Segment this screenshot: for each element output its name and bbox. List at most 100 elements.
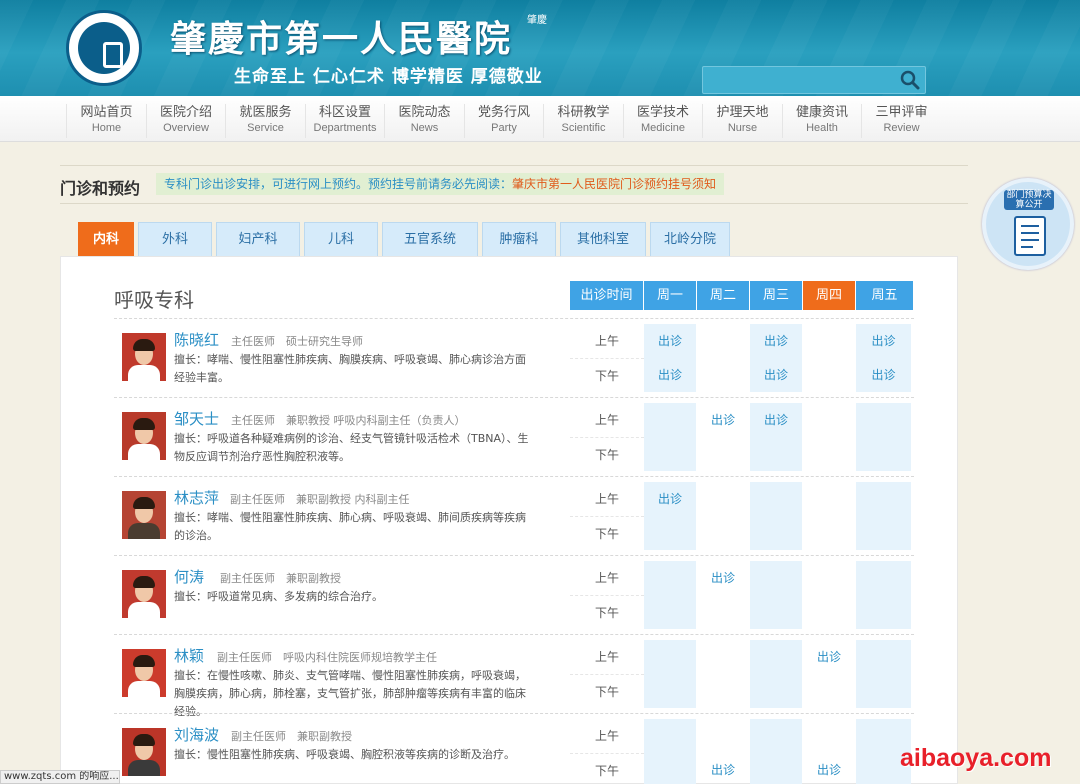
tab-dept-0[interactable]: 内科 — [78, 222, 134, 256]
doctor-photo — [122, 412, 166, 460]
tab-dept-6[interactable]: 其他科室 — [560, 222, 646, 256]
nav-item-label: 健康资讯 — [795, 105, 848, 120]
search-icon — [900, 70, 920, 90]
nav-item-review[interactable]: 三甲评审 Review — [861, 104, 941, 138]
nav-item-medicine[interactable]: 医学技术 Medicine — [622, 104, 703, 138]
doctor-name[interactable]: 何涛 — [174, 566, 204, 587]
visit-cell[interactable]: 出诊 — [697, 561, 749, 595]
budget-disclosure-badge[interactable]: 部门预算决算公开 — [982, 178, 1074, 270]
schedule-cell — [697, 358, 749, 392]
doctor-specialty: 擅长：哮喘、慢性阻塞性肺疾病、肺心病、呼吸衰竭、肺间质疾病等疾病的诊治。 — [174, 511, 526, 542]
search-button[interactable] — [899, 69, 921, 91]
document-icon — [1014, 216, 1046, 256]
doctor-title: 副主任医师 兼职副教授 — [220, 572, 341, 585]
nav-item-home[interactable]: 网站首页 Home — [66, 104, 146, 138]
visit-cell[interactable]: 出诊 — [803, 753, 855, 784]
schedule-cell — [697, 324, 749, 358]
schedule-cell — [750, 719, 802, 753]
doctor-name[interactable]: 林颖 — [174, 645, 204, 666]
nav-item-news[interactable]: 医院动态 News — [384, 104, 464, 138]
visit-cell[interactable]: 出诊 — [856, 358, 911, 392]
morning-slot-row: 上午 — [570, 719, 914, 753]
nav-item-sublabel: Review — [883, 122, 920, 134]
afternoon-slot-row: 下午 出诊 出诊 出诊 — [570, 358, 914, 392]
tab-dept-2[interactable]: 妇产科 — [216, 222, 300, 256]
visit-cell[interactable]: 出诊 — [856, 324, 911, 358]
visit-cell[interactable]: 出诊 — [750, 324, 802, 358]
afternoon-label: 下午 — [570, 358, 644, 392]
morning-slot-row: 上午 出诊 — [570, 482, 914, 516]
search-input[interactable] — [707, 70, 892, 90]
doctor-row: 邹天士 主任医师 兼职教授 呼吸内科副主任（负责人） 擅长：呼吸道各种疑难病例的诊治… — [114, 397, 914, 476]
visit-cell[interactable]: 出诊 — [644, 482, 696, 516]
visit-cell[interactable]: 出诊 — [803, 640, 855, 674]
photo-body — [128, 681, 160, 697]
morning-slot-row: 上午 出诊 出诊 — [570, 403, 914, 437]
nav-item-sublabel: Nurse — [727, 122, 758, 134]
doctor-name[interactable]: 陈晓红 — [174, 329, 219, 350]
main-nav: 网站首页 Home 医院介绍 Overview 就医服务 Service 科区设置 Depar… — [0, 96, 1080, 142]
tab-dept-1[interactable]: 外科 — [138, 222, 212, 256]
divider — [60, 165, 968, 166]
visit-cell[interactable]: 出诊 — [697, 403, 749, 437]
photo-hair — [133, 576, 155, 588]
doctor-specialty: 擅长：哮喘、慢性阻塞性肺疾病、胸膜疾病、呼吸衰竭、肺心病诊治方面经验丰富。 — [174, 353, 526, 384]
weekday-header: 周二 — [697, 281, 750, 310]
nav-item-sublabel: Service — [247, 122, 284, 134]
nav-item-label: 医院动态 — [398, 105, 451, 120]
photo-hair — [133, 418, 155, 430]
tab-dept-4[interactable]: 五官系统 — [382, 222, 478, 256]
schedule-cell — [856, 561, 911, 595]
doctor-name[interactable]: 邹天士 — [174, 408, 219, 429]
schedule-cell — [750, 437, 802, 471]
visit-cell[interactable]: 出诊 — [750, 358, 802, 392]
nav-item-overview[interactable]: 医院介绍 Overview — [145, 104, 226, 138]
nav-item-label: 三甲评审 — [875, 105, 928, 120]
schedule-cell — [856, 403, 911, 437]
nav-item-nurse[interactable]: 护理天地 Nurse — [702, 104, 782, 138]
watermark: aibaoya.com — [900, 744, 1052, 772]
visit-cell[interactable]: 出诊 — [644, 358, 696, 392]
divider — [60, 203, 968, 204]
weekday-header: 周五 — [856, 281, 914, 310]
doctor-photo — [122, 649, 166, 697]
afternoon-label: 下午 — [570, 437, 644, 471]
doctor-title: 主任医师 兼职教授 呼吸内科副主任（负责人） — [231, 414, 466, 427]
visit-cell[interactable]: 出诊 — [644, 324, 696, 358]
nav-item-departments[interactable]: 科区设置 Departments — [304, 104, 385, 138]
schedule-cell — [750, 595, 802, 629]
badge-label: 部门预算决算公开 — [1004, 190, 1054, 210]
schedule-cell — [750, 516, 802, 550]
tab-dept-3[interactable]: 儿科 — [304, 222, 378, 256]
doctor-row: 林志萍 副主任医师 兼职副教授 内科副主任擅长：哮喘、慢性阻塞性肺疾病、肺心病、呼… — [114, 476, 914, 555]
afternoon-label: 下午 — [570, 753, 644, 784]
schedule-cell — [644, 640, 696, 674]
visit-cell[interactable]: 出诊 — [750, 403, 802, 437]
schedule-cell — [803, 482, 855, 516]
tab-dept-5[interactable]: 肿瘤科 — [482, 222, 556, 256]
photo-body — [128, 760, 160, 776]
doctor-title: 副主任医师 兼职副教授 内科副主任 — [230, 493, 410, 506]
doctor-photo — [122, 570, 166, 618]
schedule-cell — [803, 516, 855, 550]
tab-dept-7[interactable]: 北岭分院 — [650, 222, 730, 256]
visit-cell[interactable]: 出诊 — [697, 753, 749, 784]
nav-item-party[interactable]: 党务行风 Party — [463, 104, 544, 138]
morning-label: 上午 — [594, 650, 619, 664]
nav-item-sublabel: Overview — [163, 122, 209, 134]
nav-item-scientific[interactable]: 科研教学 Scientific — [543, 104, 623, 138]
schedule-cell — [697, 595, 749, 629]
doctor-name[interactable]: 刘海波 — [174, 724, 219, 745]
nav-item-sublabel: Medicine — [640, 122, 686, 134]
site-motto: 生命至上 仁心仁术 博学精医 厚德敬业 — [234, 67, 543, 87]
afternoon-label: 下午 — [570, 674, 644, 708]
schedule-cell — [803, 437, 855, 471]
schedule-cell — [803, 358, 855, 392]
doctor-name[interactable]: 林志萍 — [174, 487, 219, 508]
nav-item-health[interactable]: 健康资讯 Health — [781, 104, 862, 138]
nav-item-label: 医院介绍 — [159, 105, 212, 120]
notice-link[interactable]: 肇庆市第一人民医院门诊预约挂号须知 — [512, 177, 716, 191]
nav-item-service[interactable]: 就医服务 Service — [225, 104, 305, 138]
hospital-logo[interactable]: 1946 — [66, 10, 142, 86]
schedule-cell — [644, 437, 696, 471]
